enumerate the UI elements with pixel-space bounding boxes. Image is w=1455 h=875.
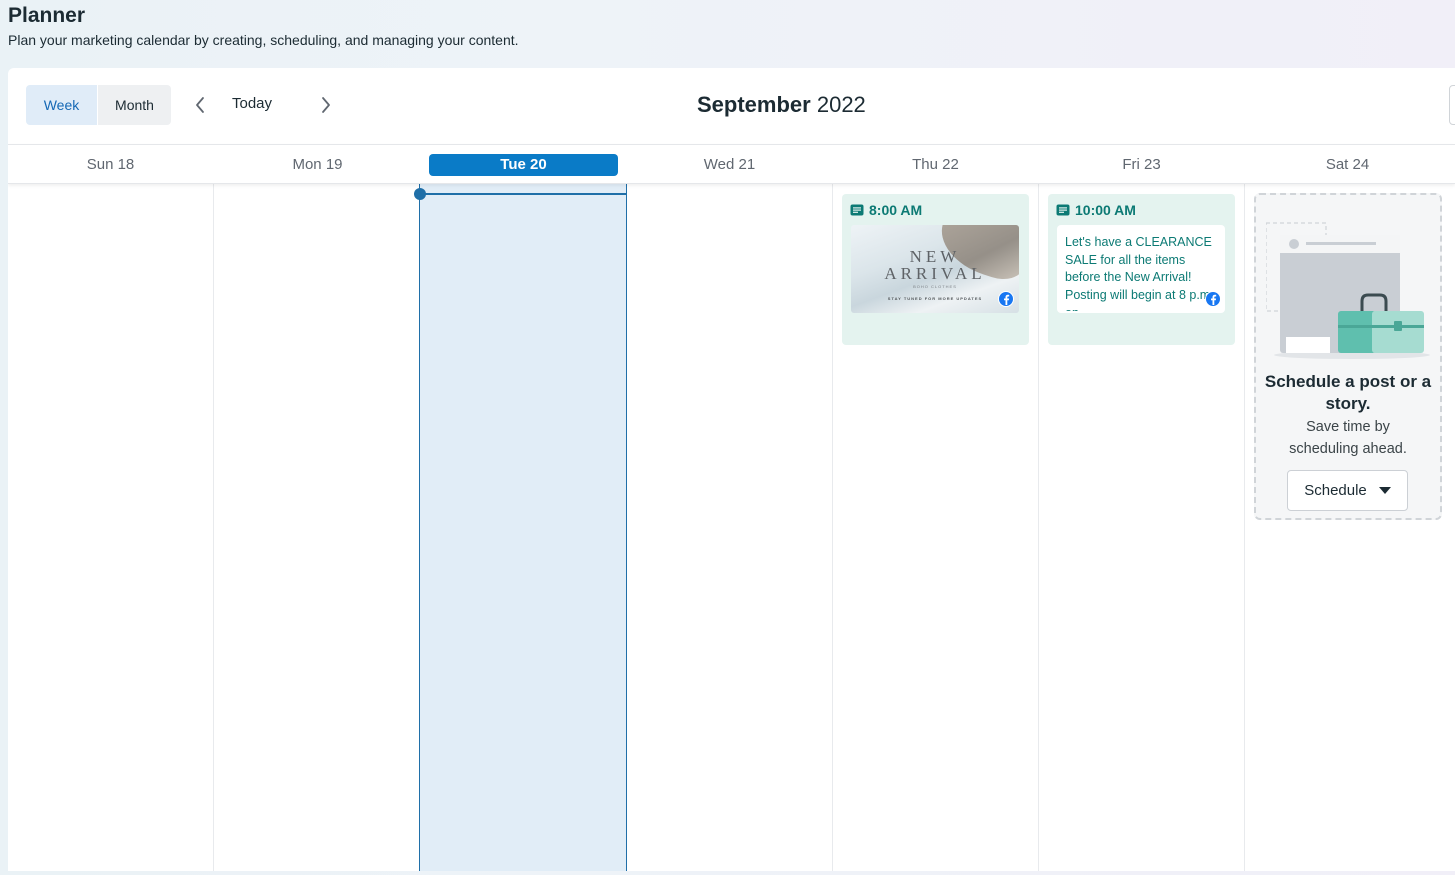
day-header-wed: Wed 21: [703, 156, 756, 173]
calendar-toolbar: Week Month Today September 2022: [8, 68, 1455, 144]
column-divider: [1038, 184, 1039, 871]
page-header: Planner Plan your marketing calendar by …: [8, 4, 519, 48]
page-subtitle: Plan your marketing calendar by creating…: [8, 32, 519, 48]
month-name: September: [697, 92, 811, 117]
day-header-sun: Sun 18: [86, 156, 135, 173]
schedule-dropdown-button[interactable]: Schedule: [1287, 470, 1408, 511]
calendar-briefcase-illustration: [1266, 222, 1430, 359]
column-divider: [832, 184, 833, 871]
current-month-title: September 2022: [697, 92, 866, 118]
post-image-thumbnail: NEW ARRIVAL BOHO CLOTHES STAY TUNED FOR …: [851, 225, 1019, 313]
today-column[interactable]: [414, 184, 627, 871]
overflow-button[interactable]: [1449, 85, 1455, 125]
page-title: Planner: [8, 4, 86, 27]
day-header-row: Sun 18 Mon 19 Tue 20 Wed 21 Thu 22 Fri 2…: [8, 144, 1455, 184]
year: 2022: [816, 92, 866, 117]
scheduled-post-card-thu[interactable]: 8:00 AM NEW ARRIVAL BOHO CLOTHES STAY TU…: [842, 194, 1029, 345]
post-icon: [1056, 204, 1070, 216]
day-header-mon: Mon 19: [292, 156, 343, 173]
empty-state-title: Schedule a post or a story.: [1264, 372, 1432, 413]
day-header-fri: Fri 23: [1122, 156, 1161, 173]
schedule-empty-state: Schedule a post or a story. Save time by…: [1254, 193, 1442, 520]
planner-panel: Week Month Today September 2022 Sun 18 M…: [8, 68, 1455, 871]
column-divider: [213, 184, 214, 871]
column-divider: [1244, 184, 1245, 871]
post-text: Let's have a CLEARANCE SALE for all the …: [1065, 235, 1214, 311]
event-time-label: 8:00 AM: [869, 202, 923, 218]
thumbnail-footer-text: STAY TUNED FOR MORE UPDATES: [887, 296, 983, 301]
day-header-sat: Sat 24: [1325, 156, 1370, 173]
day-header-today: Tue 20: [429, 154, 618, 176]
current-time-dot: [414, 188, 426, 200]
facebook-icon: [1205, 291, 1221, 307]
scheduled-post-card-fri[interactable]: 10:00 AM Let's have a CLEARANCE SALE for…: [1048, 194, 1235, 345]
schedule-button-label: Schedule: [1304, 482, 1367, 499]
next-week-button[interactable]: [314, 93, 338, 117]
thumbnail-text-line2: ARRIVAL: [884, 264, 986, 283]
today-button[interactable]: Today: [232, 95, 272, 112]
event-time-label: 10:00 AM: [1075, 202, 1136, 218]
chevron-left-icon: [196, 97, 204, 113]
view-toggle: Week Month: [26, 85, 171, 125]
day-header-thu: Thu 22: [912, 156, 959, 173]
empty-state-description: Save time by scheduling ahead.: [1289, 419, 1407, 457]
current-time-line: [420, 193, 626, 195]
chevron-right-icon: [322, 97, 330, 113]
month-view-button[interactable]: Month: [98, 85, 171, 125]
week-grid: 8:00 AM NEW ARRIVAL BOHO CLOTHES STAY TU…: [8, 184, 1455, 871]
post-icon: [850, 204, 864, 216]
previous-week-button[interactable]: [188, 93, 212, 117]
week-view-button[interactable]: Week: [26, 85, 97, 125]
post-text-preview: Let's have a CLEARANCE SALE for all the …: [1057, 225, 1225, 313]
event-time: 8:00 AM: [850, 202, 922, 218]
caret-down-icon: [1378, 487, 1391, 494]
facebook-icon: [998, 291, 1014, 307]
event-time: 10:00 AM: [1056, 202, 1136, 218]
thumbnail-small-text: BOHO CLOTHES: [913, 284, 957, 289]
